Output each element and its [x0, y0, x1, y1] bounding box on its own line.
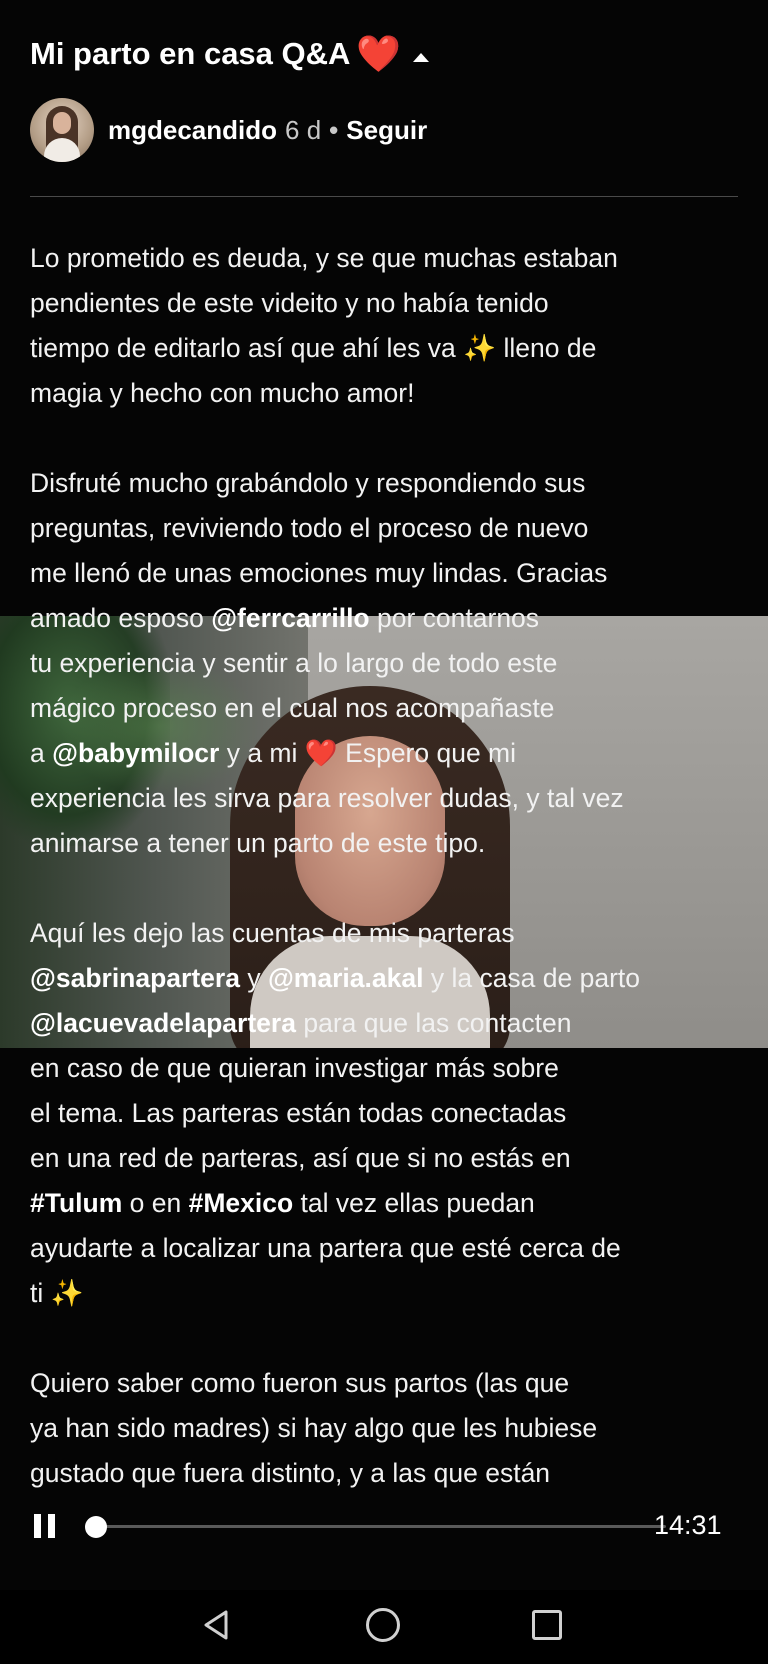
caption-line: tu experiencia y sentir a lo largo de to… [30, 648, 558, 678]
caption-line: magia y hecho con mucho amor! [30, 378, 415, 408]
caption-line: en caso de que quieran investigar más so… [30, 1053, 559, 1083]
caption-line: a @babymilocr y a mi ❤️ Espero que mi [30, 738, 517, 768]
avatar[interactable] [30, 98, 94, 162]
post-overlay: Mi parto en casa Q&A ❤️ mgdecandido 6 d … [0, 0, 768, 1664]
author-row: mgdecandido 6 d • Seguir [30, 98, 427, 162]
mention-link[interactable]: @maria.akal [268, 963, 424, 993]
post-header[interactable]: Mi parto en casa Q&A ❤️ [30, 33, 430, 74]
hashtag-link[interactable]: #Tulum [30, 1188, 122, 1218]
caption-paragraph-1: Lo prometido es deuda, y se que muchas e… [30, 236, 742, 416]
caption-line: animarse a tener un parto de este tipo. [30, 828, 486, 858]
progress-thumb[interactable] [84, 1516, 107, 1538]
sparkles-icon: ✨ [463, 333, 497, 363]
caption-line: Lo prometido es deuda, y se que muchas e… [30, 243, 618, 273]
caption-line: Disfruté mucho grabándolo y respondiendo… [30, 468, 586, 498]
back-triangle-icon[interactable] [200, 1608, 234, 1642]
caption-line: ayudarte a localizar una partera que est… [30, 1233, 621, 1263]
pause-icon[interactable] [34, 1514, 56, 1538]
post-caption: Lo prometido es deuda, y se que muchas e… [30, 236, 742, 1541]
caption-line: amado esposo @ferrcarrillo por contarnos [30, 603, 540, 633]
heart-emoji-icon: ❤️ [304, 738, 338, 768]
divider [30, 196, 738, 197]
heart-emoji-icon: ❤️ [356, 33, 402, 74]
post-title: Mi parto en casa Q&A [30, 36, 351, 71]
system-navbar [0, 1590, 768, 1664]
video-controls: 14:31 [34, 1510, 734, 1550]
mention-link[interactable]: @babymilocr [52, 738, 219, 768]
caption-line: pendientes de este videito y no había te… [30, 288, 549, 318]
author-username[interactable]: mgdecandido [108, 115, 277, 146]
caption-paragraph-2: Disfruté mucho grabándolo y respondiendo… [30, 461, 742, 866]
caption-paragraph-4: Quiero saber como fueron sus partos (las… [30, 1361, 742, 1496]
caption-line: gustado que fuera distinto, y a las que … [30, 1458, 551, 1488]
caret-up-icon[interactable] [413, 52, 430, 62]
caption-line: Quiero saber como fueron sus partos (las… [30, 1368, 570, 1398]
caption-line: experiencia les sirva para resolver duda… [30, 783, 624, 813]
caption-line: en una red de parteras, así que si no es… [30, 1143, 571, 1173]
caption-line: ya han sido madres) si hay algo que les … [30, 1413, 598, 1443]
caption-line: Aquí les dejo las cuentas de mis partera… [30, 918, 515, 948]
hashtag-link[interactable]: #Mexico [189, 1188, 294, 1218]
caption-line: preguntas, reviviendo todo el proceso de… [30, 513, 589, 543]
progress-track[interactable] [84, 1516, 666, 1538]
caption-line: @sabrinapartera y @maria.akal y la casa … [30, 963, 641, 993]
caption-line: tiempo de editarlo así que ahí les va ✨ … [30, 333, 597, 363]
caption-line: ti ✨ [30, 1278, 84, 1308]
mention-link[interactable]: @ferrcarrillo [211, 603, 369, 633]
mention-link[interactable]: @lacuevadelapartera [30, 1008, 296, 1038]
caption-line: mágico proceso en el cual nos acompañast… [30, 693, 555, 723]
caption-line: #Tulum o en #Mexico tal vez ellas puedan [30, 1188, 535, 1218]
follow-button[interactable]: Seguir [346, 115, 427, 146]
time-remaining: 14:31 [654, 1510, 722, 1540]
post-age: 6 d [285, 114, 322, 145]
caption-line: me llenó de unas emociones muy lindas. G… [30, 558, 608, 588]
caption-paragraph-3: Aquí les dejo las cuentas de mis partera… [30, 911, 742, 1316]
recents-square-icon[interactable] [532, 1610, 562, 1640]
mention-link[interactable]: @sabrinapartera [30, 963, 240, 993]
caption-line: el tema. Las parteras están todas conect… [30, 1098, 567, 1128]
caption-line: @lacuevadelapartera para que las contact… [30, 1008, 572, 1038]
sparkles-icon: ✨ [50, 1278, 84, 1308]
home-circle-icon[interactable] [366, 1608, 400, 1642]
meta-separator: • [329, 114, 339, 145]
